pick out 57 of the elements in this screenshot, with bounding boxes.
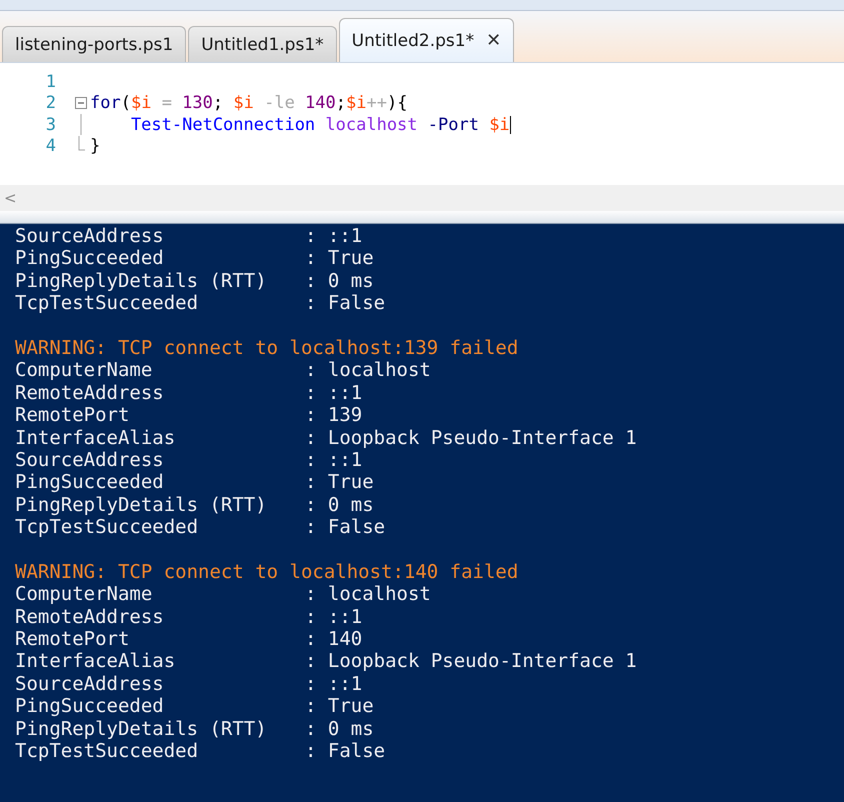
property-name: TcpTestSucceeded: [15, 740, 200, 762]
collapse-icon[interactable]: [75, 97, 87, 110]
close-icon[interactable]: ✕: [486, 30, 502, 51]
property-name: PingSucceeded: [15, 471, 165, 494]
property-name: InterfaceAlias: [15, 426, 176, 449]
property-value: : 0 ms: [305, 718, 374, 740]
property-name: RemotePort: [15, 628, 130, 650]
property-name: RemotePort: [15, 404, 130, 427]
line-number: 3: [44, 114, 56, 135]
property-name: ComputerName: [15, 583, 154, 606]
property-name: SourceAddress: [15, 225, 165, 248]
property-value: : ::1: [305, 606, 362, 628]
property-value: : False: [305, 740, 386, 762]
line-number: 1: [44, 72, 56, 92]
property-name: ComputerName: [15, 359, 154, 382]
code-line: }: [90, 136, 100, 156]
property-name: RemoteAddress: [15, 606, 165, 628]
code-line: for($i = 130; $i -le 140;$i++){: [90, 93, 408, 114]
property-value: : True: [305, 695, 374, 718]
property-name: RemoteAddress: [15, 382, 165, 404]
property-value: : Loopback Pseudo-Interface 1: [305, 426, 637, 449]
property-value: : True: [305, 471, 374, 494]
warning-message: WARNING: TCP connect to localhost:139 failed: [15, 336, 518, 360]
property-value: : ::1: [305, 382, 362, 404]
property-name: PingSucceeded: [15, 247, 165, 270]
property-value: : localhost: [305, 583, 431, 606]
line-number: 2: [44, 93, 56, 114]
property-name: PingReplyDetails (RTT): [15, 270, 268, 292]
file-tab[interactable]: listening-ports.ps1: [2, 26, 186, 62]
property-value: : 139: [305, 404, 362, 427]
fold-line: [80, 114, 82, 136]
property-value: : ::1: [305, 672, 362, 696]
splitter-bar[interactable]: [0, 211, 844, 224]
property-value: : 140: [305, 628, 362, 650]
property-name: SourceAddress: [15, 672, 165, 696]
file-tab[interactable]: Untitled1.ps1*: [188, 26, 337, 62]
property-name: PingSucceeded: [15, 695, 165, 718]
property-value: : 0 ms: [305, 494, 374, 516]
property-name: TcpTestSucceeded: [15, 516, 200, 538]
property-value: : False: [305, 516, 386, 538]
property-name: TcpTestSucceeded: [15, 292, 200, 315]
file-tab[interactable]: Untitled2.ps1* ✕: [338, 18, 514, 62]
property-name: SourceAddress: [15, 448, 165, 472]
line-number: 4: [44, 136, 56, 156]
warning-message: WARNING: TCP connect to localhost:140 failed: [15, 560, 518, 584]
property-value: : True: [305, 247, 374, 270]
property-name: PingReplyDetails (RTT): [15, 718, 268, 740]
property-value: : localhost: [305, 359, 431, 382]
property-value: : ::1: [305, 225, 362, 248]
property-value: : 0 ms: [305, 270, 374, 292]
property-value: : ::1: [305, 448, 362, 472]
property-value: : Loopback Pseudo-Interface 1: [305, 650, 637, 673]
code-line: Test-NetConnection localhost -Port $i: [130, 114, 512, 135]
property-name: PingReplyDetails (RTT): [15, 494, 268, 516]
property-name: InterfaceAlias: [15, 650, 176, 673]
script-editor[interactable]: 1 2 for($i = 130; $i -le 140;$i++){ 3 Test-NetConnection localhost -Port $i 4 }: [0, 63, 844, 185]
property-value: : False: [305, 292, 386, 315]
